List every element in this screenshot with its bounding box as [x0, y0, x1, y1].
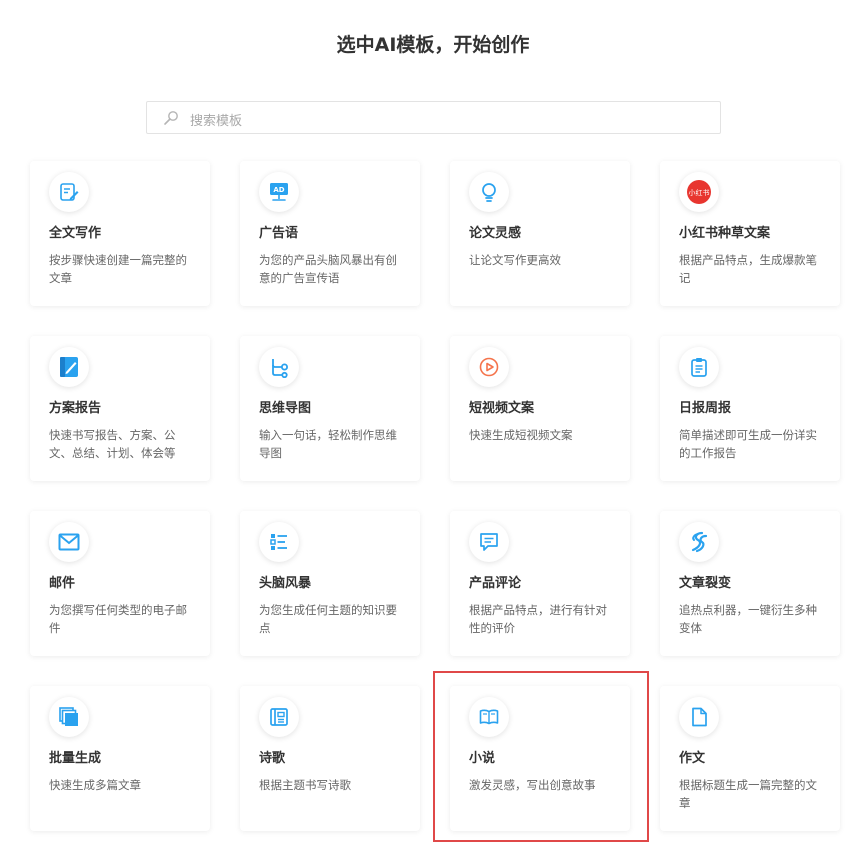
card-description: 为您撰写任何类型的电子邮件 — [49, 603, 187, 635]
xiaohongshu-icon: 小红书 — [679, 172, 719, 212]
clipboard-icon — [679, 347, 719, 387]
card-description: 根据主题书写诗歌 — [259, 778, 351, 792]
template-card-plan-report[interactable]: 方案报告 快速书写报告、方案、公文、总结、计划、体会等 — [30, 336, 210, 481]
list-icon — [259, 522, 299, 562]
card-title: 批量生成 — [49, 751, 102, 766]
stack-icon — [49, 697, 89, 737]
card-description: 根据产品特点，生成爆款笔记 — [679, 253, 817, 285]
template-card-full-writing[interactable]: 全文写作 按步骤快速创建一篇完整的文章 — [30, 161, 210, 306]
card-title: 诗歌 — [259, 751, 286, 766]
card-title: 小红书种草文案 — [679, 226, 771, 241]
card-description: 根据产品特点，进行有针对性的评价 — [469, 603, 607, 635]
card-description: 简单描述即可生成一份详实的工作报告 — [679, 428, 817, 460]
card-description: 根据标题生成一篇完整的文章 — [679, 778, 817, 810]
file-icon — [679, 697, 719, 737]
poem-icon — [259, 697, 299, 737]
card-description: 快速生成短视频文案 — [469, 428, 573, 442]
card-title: 广告语 — [259, 226, 299, 241]
ad-icon: AD — [259, 172, 299, 212]
card-title: 头脑风暴 — [259, 576, 312, 591]
page-title: 选中AI模板，开始创作 — [336, 34, 530, 56]
template-card-essay[interactable]: 作文 根据标题生成一篇完整的文章 — [660, 686, 840, 831]
card-title: 作文 — [679, 751, 706, 766]
svg-text:AD: AD — [273, 186, 284, 194]
card-title: 方案报告 — [49, 401, 102, 416]
notebook-icon — [49, 347, 89, 387]
card-description: 让论文写作更高效 — [469, 253, 561, 267]
card-title: 全文写作 — [49, 226, 102, 241]
card-title: 论文灵感 — [469, 226, 522, 241]
search-input[interactable]: 搜索模板 — [146, 101, 721, 134]
mindmap-icon — [259, 347, 299, 387]
card-description: 为您的产品头脑风暴出有创意的广告宣传语 — [259, 253, 397, 285]
card-title: 短视频文案 — [469, 401, 535, 416]
template-card-batch-generate[interactable]: 批量生成 快速生成多篇文章 — [30, 686, 210, 831]
template-card-xiaohongshu[interactable]: 小红书 小红书种草文案 根据产品特点，生成爆款笔记 — [660, 161, 840, 306]
template-card-brainstorm[interactable]: 头脑风暴 为您生成任何主题的知识要点 — [240, 511, 420, 656]
book-icon — [469, 697, 509, 737]
card-title: 日报周报 — [679, 401, 732, 416]
template-card-ad-slogan[interactable]: AD 广告语 为您的产品头脑风暴出有创意的广告宣传语 — [240, 161, 420, 306]
video-play-icon — [469, 347, 509, 387]
card-title: 邮件 — [49, 576, 76, 591]
card-description: 追热点利器，一键衍生多种变体 — [679, 603, 817, 635]
mail-icon — [49, 522, 89, 562]
edit-doc-icon — [49, 172, 89, 212]
card-description: 按步骤快速创建一篇完整的文章 — [49, 253, 187, 285]
split-icon — [679, 522, 719, 562]
search-placeholder: 搜索模板 — [190, 114, 243, 129]
card-title: 文章裂变 — [679, 576, 732, 591]
template-card-short-video[interactable]: 短视频文案 快速生成短视频文案 — [450, 336, 630, 481]
search-icon — [164, 111, 178, 125]
template-card-mindmap[interactable]: 思维导图 输入一句话，轻松制作思维导图 — [240, 336, 420, 481]
card-title: 思维导图 — [259, 401, 312, 416]
comment-icon — [469, 522, 509, 562]
template-card-poem[interactable]: 诗歌 根据主题书写诗歌 — [240, 686, 420, 831]
template-card-product-review[interactable]: 产品评论 根据产品特点，进行有针对性的评价 — [450, 511, 630, 656]
card-description: 激发灵感，写出创意故事 — [469, 778, 596, 792]
card-description: 快速书写报告、方案、公文、总结、计划、体会等 — [49, 428, 176, 460]
template-card-email[interactable]: 邮件 为您撰写任何类型的电子邮件 — [30, 511, 210, 656]
card-description: 为您生成任何主题的知识要点 — [259, 603, 397, 635]
template-card-thesis-idea[interactable]: 论文灵感 让论文写作更高效 — [450, 161, 630, 306]
template-card-daily-weekly[interactable]: 日报周报 简单描述即可生成一份详实的工作报告 — [660, 336, 840, 481]
card-title: 产品评论 — [469, 576, 522, 591]
template-card-article-fission[interactable]: 文章裂变 追热点利器，一键衍生多种变体 — [660, 511, 840, 656]
card-title: 小说 — [469, 751, 496, 766]
card-description: 快速生成多篇文章 — [49, 778, 141, 792]
card-description: 输入一句话，轻松制作思维导图 — [259, 428, 397, 460]
svg-text:小红书: 小红书 — [689, 188, 710, 197]
template-card-novel[interactable]: 小说 激发灵感，写出创意故事 — [450, 686, 630, 831]
lightbulb-icon — [469, 172, 509, 212]
